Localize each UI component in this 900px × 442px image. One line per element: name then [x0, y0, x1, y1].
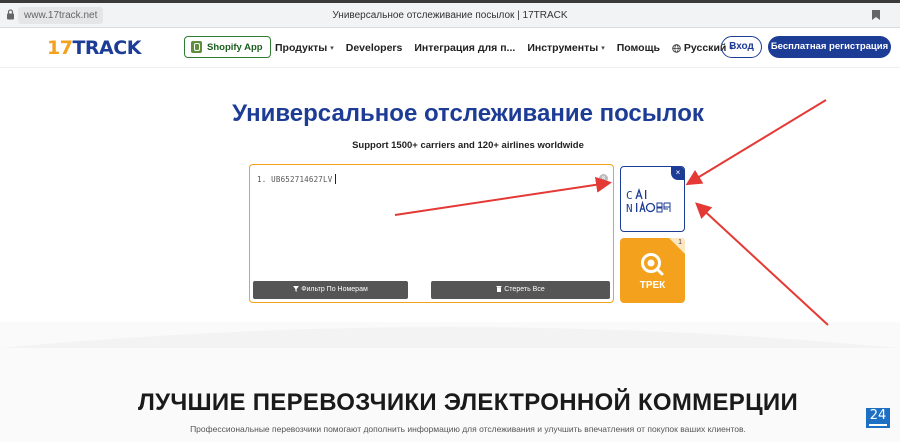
erase-all-button[interactable]: Стереть Все	[431, 281, 610, 299]
filter-button-label: Фильтр По Номерам	[301, 286, 368, 293]
track-magnifier-icon	[641, 253, 664, 276]
filter-icon	[293, 286, 300, 292]
tracking-input-value: 1. UB652714627LV	[257, 174, 337, 184]
chevron-down-icon: ▾	[601, 45, 605, 52]
bookmark-icon[interactable]	[872, 10, 880, 20]
track-count: 1	[678, 239, 682, 246]
browser-bar: www.17track.net Универсальное отслеживан…	[0, 3, 900, 28]
section-subtitle: Профессиональные перевозчики помогают до…	[190, 424, 746, 434]
logo[interactable]: 17TRACK	[47, 37, 141, 59]
cainiao-logo: C N	[626, 187, 671, 215]
menu-item-label: Продукты	[275, 42, 328, 54]
tracking-number-input[interactable]: 1. UB652714627LV × Фильтр По Номерам Сте…	[249, 164, 614, 303]
menu-item-tools[interactable]: Инструменты ▾	[527, 42, 604, 54]
close-icon[interactable]: ×	[671, 167, 684, 180]
login-button[interactable]: Вход	[721, 36, 762, 58]
carrier-card-cainiao[interactable]: × C N	[620, 166, 685, 232]
menu-item-label: Интеграция для п...	[414, 42, 516, 54]
logo-number: 17	[47, 37, 73, 59]
menu-item-integration[interactable]: Интеграция для п...	[414, 42, 515, 54]
track-count-badge	[669, 238, 685, 254]
hero-subtitle: Support 1500+ carriers and 120+ airlines…	[352, 140, 584, 151]
track-button[interactable]: 1 ТРЕК	[620, 238, 685, 303]
shopify-app-button[interactable]: Shopify App	[184, 36, 271, 58]
chevron-down-icon: ▾	[330, 45, 334, 52]
menu-item-products[interactable]: Продукты ▾	[275, 42, 334, 54]
globe-icon	[672, 43, 681, 53]
text-cursor	[335, 174, 337, 184]
annotation-arrow-3	[695, 202, 829, 326]
logo-text: TRACK	[72, 37, 141, 59]
svg-text:N: N	[626, 202, 634, 215]
section-divider-arch	[0, 327, 900, 348]
main-menu: Продукты ▾ Developers Интеграция для п..…	[275, 28, 733, 68]
menu-item-label: Инструменты	[527, 42, 599, 54]
menu-item-developers[interactable]: Developers	[346, 42, 403, 54]
menu-item-label: Developers	[345, 42, 403, 54]
language-label: Русский	[683, 42, 727, 54]
clear-input-icon[interactable]: ×	[599, 174, 608, 183]
hero-title: Универсальное отслеживание посылок	[232, 100, 704, 127]
support-widget-24[interactable]: 24	[866, 408, 890, 428]
section-title: ЛУЧШИЕ ПЕРЕВОЗЧИКИ ЭЛЕКТРОННОЙ КОММЕРЦИИ	[137, 389, 799, 416]
page-title: Универсальное отслеживание посылок | 17T…	[332, 10, 568, 21]
menu-item-label: Помощь	[616, 42, 660, 54]
shopify-app-label: Shopify App	[207, 41, 263, 53]
site-header: 17TRACK Shopify App Продукты ▾ Developer…	[0, 28, 900, 68]
filter-by-numbers-button[interactable]: Фильтр По Номерам	[253, 281, 408, 299]
erase-button-label: Стереть Все	[504, 286, 545, 293]
shopify-bag-icon	[191, 41, 202, 53]
trash-icon	[496, 286, 502, 292]
menu-item-help[interactable]: Помощь	[617, 42, 660, 54]
svg-text:C: C	[626, 189, 634, 202]
track-button-label: ТРЕК	[639, 280, 666, 291]
register-button[interactable]: Бесплатная регистрация	[768, 36, 891, 58]
